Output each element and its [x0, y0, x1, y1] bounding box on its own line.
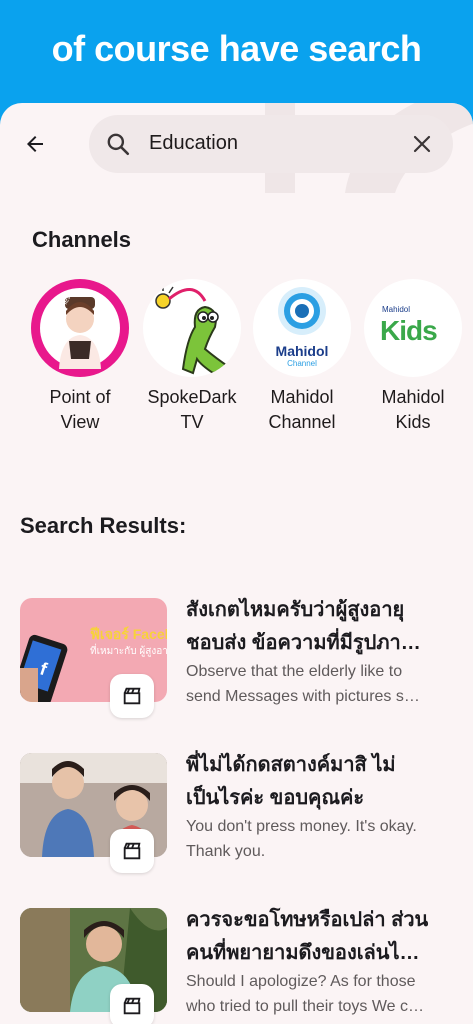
- clapperboard-icon: [110, 829, 154, 873]
- result-description: Should I apologize? As for those who tri…: [186, 973, 425, 1015]
- channel-name: SpokeDark TV: [147, 387, 237, 432]
- search-query[interactable]: Education: [149, 132, 238, 155]
- channel-avatar: [143, 279, 241, 377]
- search-result-item[interactable]: ควรจะขอโทษหรือเปล่า ส่วน คนที่พยายามดึงข…: [20, 908, 460, 1024]
- channel-name: Mahidol Channel: [268, 387, 336, 432]
- close-icon[interactable]: [410, 132, 434, 156]
- thumbnail-text: ฟีเจอร์ Facebook: [90, 626, 167, 642]
- clapperboard-icon: [110, 984, 154, 1024]
- channel-item-mahidol-kids[interactable]: Mahidol Kids Mahidol Kids: [359, 279, 467, 435]
- clapperboard-icon: [110, 674, 154, 718]
- banner-title: of course have search: [51, 28, 422, 69]
- channel-item-spokedark-tv[interactable]: SpokeDark TV: [138, 279, 246, 435]
- channel-item-point-of-view[interactable]: Point of View Point of View: [26, 279, 134, 435]
- search-icon: [107, 133, 130, 156]
- channel-name: Point of View: [49, 387, 111, 432]
- channel-avatar: Point of View: [31, 279, 129, 377]
- search-input[interactable]: Education: [89, 115, 453, 173]
- channel-avatar: Mahidol Kids: [364, 279, 462, 377]
- channel-item-mahidol-channel[interactable]: Mahidol Channel Mahidol Channel: [248, 279, 356, 435]
- channel-name: Mahidol Kids: [381, 387, 445, 432]
- result-title: ควรจะขอโทษหรือเปล่า ส่วน คนที่พยายามดึงข…: [186, 909, 429, 964]
- search-screen: Education Channels Point of View Point o…: [0, 103, 473, 1024]
- channel-logo-text: Kids: [380, 315, 438, 346]
- channels-heading: Channels: [32, 227, 132, 252]
- result-description: Observe that the elderly like to send Me…: [186, 663, 420, 705]
- promo-banner: of course have search: [0, 0, 473, 120]
- thumbnail-subtext: ที่เหมาะกับ ผู้สูงอายุ: [90, 646, 167, 657]
- back-arrow-icon[interactable]: [18, 127, 52, 161]
- search-results-heading: Search Results:: [20, 513, 187, 538]
- search-result-item[interactable]: พี่ไม่ได้กดสตางค์มาสิ ไม่ เป็นไรค่ะ ขอบค…: [20, 753, 460, 873]
- search-result-item[interactable]: f ฟีเจอร์ Facebook ที่เหมาะกับ ผู้สูงอาย…: [20, 598, 460, 718]
- channel-logo-sub: Mahidol: [382, 305, 411, 314]
- channel-logo-text: Mahidol: [275, 343, 329, 359]
- channel-logo-sub: Channel: [287, 359, 317, 368]
- result-description: You don't press money. It's okay. Thank …: [186, 818, 417, 860]
- result-title: พี่ไม่ได้กดสตางค์มาสิ ไม่ เป็นไรค่ะ ขอบค…: [186, 754, 396, 809]
- channel-avatar: Mahidol Channel: [253, 279, 351, 377]
- result-title: สังเกตไหมครับว่าผู้สูงอายุ ชอบส่ง ข้อควา…: [186, 599, 421, 654]
